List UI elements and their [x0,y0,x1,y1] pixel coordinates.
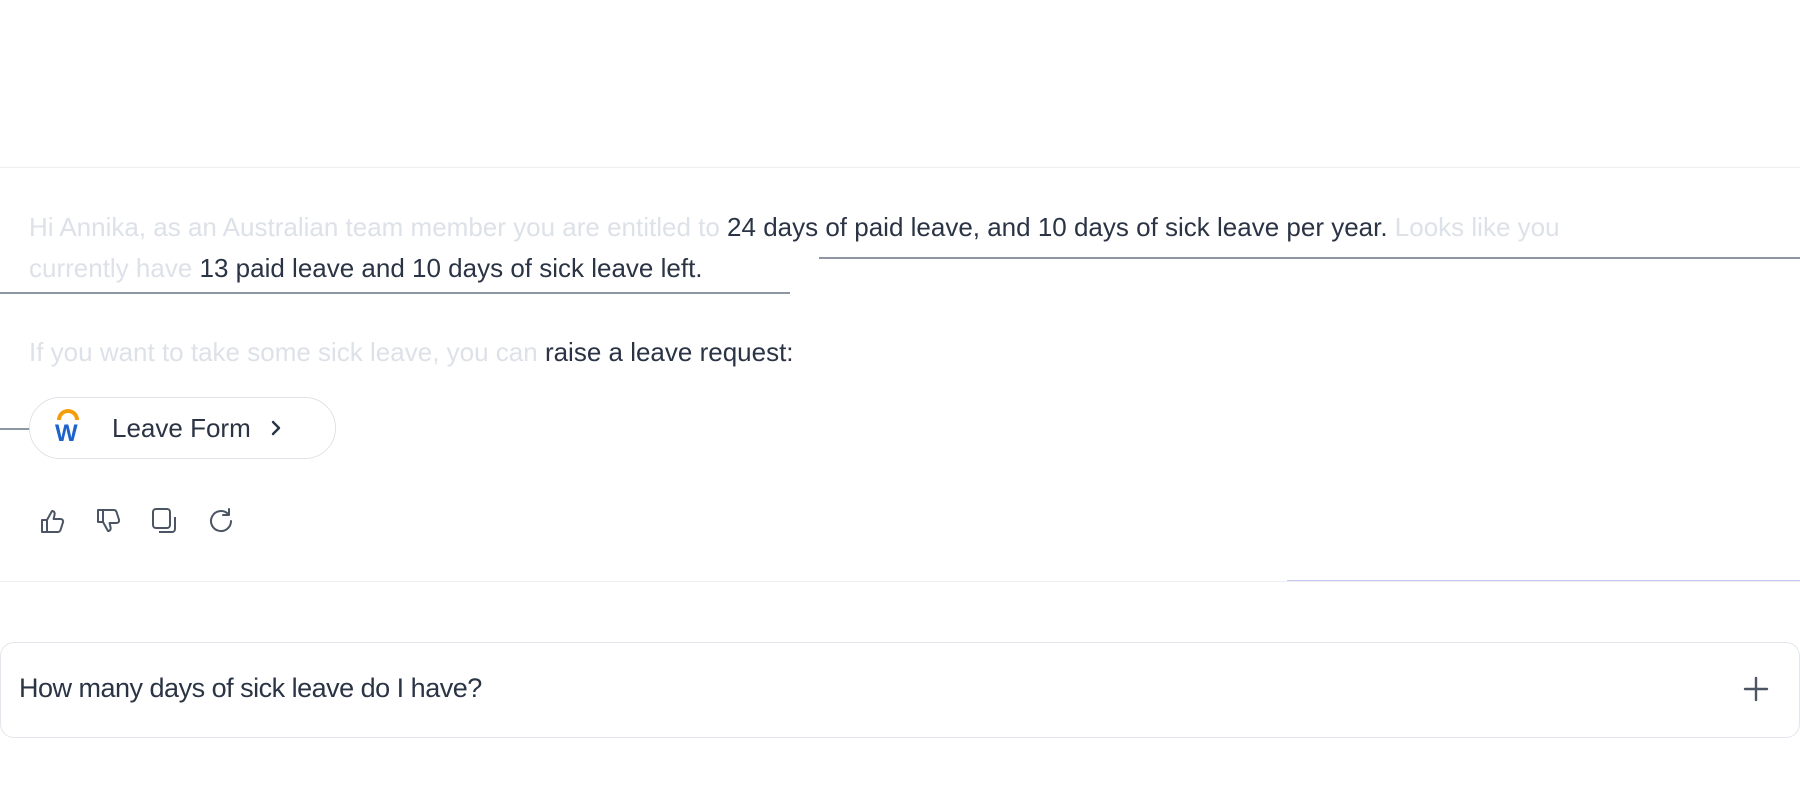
highlight-underline-1 [819,257,1800,259]
message-line2-faded: currently have [29,253,200,283]
plus-icon[interactable] [1738,671,1774,707]
chevron-right-icon [271,420,280,436]
chat-input[interactable]: How many days of sick leave do I have? [19,673,482,704]
paragraph2-faded: If you want to take some sick leave, you… [29,337,545,367]
chat-input-box[interactable]: How many days of sick leave do I have? [0,642,1800,738]
leave-form-label: Leave Form [112,412,251,443]
workday-logo-icon: W [52,409,86,447]
bottom-divider [0,581,1800,582]
highlight-underline-2 [0,292,790,294]
connector-line [0,428,30,430]
assistant-message: Hi Annika, as an Australian team member … [29,207,1800,289]
copy-icon[interactable] [148,504,182,538]
message-actions [36,504,238,538]
message-line1-faded-end: Looks like you [1387,212,1560,242]
message-line1-highlight: 24 days of paid leave, and 10 days of si… [727,212,1388,242]
thumbs-up-icon[interactable] [36,504,70,538]
chat-page: Hi Annika, as an Australian team member … [0,0,1800,800]
top-divider [0,167,1800,168]
regenerate-icon[interactable] [204,504,238,538]
logo-letter: W [55,420,78,447]
message-line1-faded: Hi Annika, as an Australian team member … [29,212,728,242]
paragraph2-highlight: raise a leave request: [544,337,794,367]
message-paragraph-2: If you want to take some sick leave, you… [29,332,794,372]
message-line2-highlight: 13 paid leave and 10 days of sick leave … [199,253,703,283]
thumbs-down-icon[interactable] [92,504,126,538]
leave-form-button[interactable]: W Leave Form [29,397,336,459]
